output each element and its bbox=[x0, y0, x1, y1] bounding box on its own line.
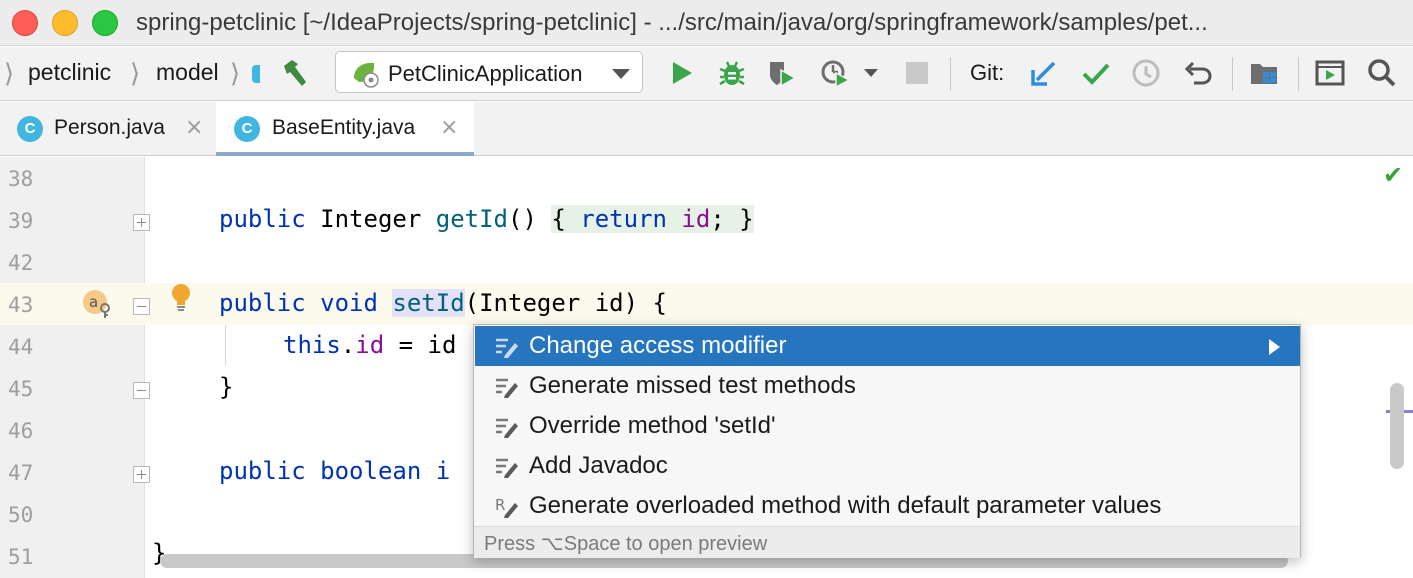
breadcrumb-separator-icon: ⟩ bbox=[230, 59, 241, 89]
close-icon[interactable]: × bbox=[185, 115, 203, 140]
code-line-47: public boolean i bbox=[219, 457, 451, 485]
intention-item-label: Override method 'setId' bbox=[529, 412, 776, 439]
tab-label: BaseEntity.java bbox=[272, 116, 416, 139]
stop-icon[interactable] bbox=[906, 62, 928, 84]
window-minimize-button[interactable] bbox=[52, 10, 78, 36]
intention-item-override-method[interactable]: Override method 'setId' bbox=[475, 406, 1300, 446]
line-number: 38 bbox=[8, 167, 34, 191]
breadcrumb-item-petclinic[interactable]: petclinic bbox=[28, 59, 111, 86]
code-line-44: this.id = id bbox=[283, 331, 457, 359]
breadcrumb-separator-icon: ⟩ bbox=[130, 59, 141, 89]
line-number: 50 bbox=[8, 503, 34, 527]
intention-item-generate-overloaded-method[interactable]: R Generate overloaded method with defaul… bbox=[475, 486, 1300, 526]
git-history-icon[interactable] bbox=[1130, 57, 1162, 89]
close-icon[interactable]: × bbox=[440, 115, 458, 140]
intention-action-icon bbox=[496, 378, 518, 398]
code-line-45: } bbox=[219, 373, 234, 401]
tab-baseentity-java[interactable]: C BaseEntity.java × bbox=[216, 102, 474, 156]
intention-item-label: Change access modifier bbox=[529, 332, 787, 359]
intention-action-icon bbox=[496, 458, 518, 478]
chevron-down-icon bbox=[612, 69, 630, 79]
implementing-method-icon[interactable]: a bbox=[82, 289, 112, 319]
intention-item-label: Generate overloaded method with default … bbox=[529, 492, 1162, 519]
popup-footer-hint: Press ⌥Space to open preview bbox=[474, 526, 1300, 558]
profile-icon[interactable] bbox=[820, 57, 852, 89]
git-commit-icon[interactable] bbox=[1080, 57, 1112, 89]
code-line-39: public Integer getId() { return id; } bbox=[219, 205, 754, 233]
tab-label: Person.java bbox=[54, 116, 165, 139]
line-number: 45 bbox=[8, 377, 34, 401]
caret-line-highlight bbox=[0, 283, 1413, 325]
class-icon: C bbox=[17, 116, 43, 142]
kotlin-intention-icon: R bbox=[495, 496, 518, 518]
vertical-scrollbar[interactable] bbox=[1390, 383, 1404, 469]
search-icon[interactable] bbox=[1366, 57, 1398, 89]
collapse-fold-icon[interactable] bbox=[133, 298, 150, 315]
build-hammer-icon[interactable] bbox=[278, 56, 312, 90]
line-number: 51 bbox=[8, 545, 34, 569]
intention-bulb-icon[interactable] bbox=[170, 283, 192, 313]
run-icon[interactable] bbox=[666, 57, 698, 89]
git-update-icon[interactable] bbox=[1028, 57, 1060, 89]
collapse-fold-icon[interactable] bbox=[133, 382, 150, 399]
intention-item-label: Add Javadoc bbox=[529, 452, 668, 479]
project-structure-icon[interactable] bbox=[1248, 57, 1280, 89]
profile-dropdown-chevron-icon[interactable] bbox=[864, 69, 878, 77]
tab-person-java[interactable]: C Person.java × bbox=[0, 102, 214, 156]
editor-tab-bar: C Person.java × C BaseEntity.java × bbox=[0, 102, 1413, 156]
toolbar-separator bbox=[950, 57, 951, 91]
line-number: 47 bbox=[8, 461, 34, 485]
breadcrumb-class-icon[interactable] bbox=[252, 65, 260, 83]
presentation-icon[interactable] bbox=[1314, 57, 1346, 89]
intention-actions-popup: Change access modifier Generate missed t… bbox=[473, 324, 1301, 558]
line-number: 42 bbox=[8, 251, 34, 275]
code-line-43: public void setId(Integer id) { bbox=[219, 289, 667, 317]
line-number: 44 bbox=[8, 335, 34, 359]
intention-action-icon bbox=[496, 338, 518, 358]
toolbar-separator bbox=[1232, 57, 1233, 91]
window-title-bar: spring-petclinic [~/IdeaProjects/spring-… bbox=[0, 0, 1413, 46]
intention-item-add-javadoc[interactable]: Add Javadoc bbox=[475, 446, 1300, 486]
svg-text:a: a bbox=[89, 293, 98, 311]
intention-item-generate-missed-test-methods[interactable]: Generate missed test methods bbox=[475, 366, 1300, 406]
svg-text:R: R bbox=[495, 496, 505, 514]
spring-boot-icon bbox=[354, 62, 379, 88]
debug-icon[interactable] bbox=[716, 57, 748, 89]
line-number: 39 bbox=[8, 209, 34, 233]
indent-guide bbox=[225, 325, 226, 365]
main-toolbar: ⟩ petclinic ⟩ model ⟩ PetClinicApplicati… bbox=[0, 47, 1413, 101]
coverage-icon[interactable] bbox=[766, 57, 798, 89]
preview-hint-text: Press ⌥Space to open preview bbox=[484, 533, 768, 555]
intention-item-change-access-modifier[interactable]: Change access modifier bbox=[475, 326, 1300, 366]
class-icon: C bbox=[234, 116, 260, 142]
inspection-ok-icon[interactable]: ✔ bbox=[1383, 161, 1403, 189]
window-title: spring-petclinic [~/IdeaProjects/spring-… bbox=[136, 9, 1208, 36]
run-configuration-dropdown[interactable]: PetClinicApplication bbox=[335, 51, 643, 93]
expand-fold-icon[interactable] bbox=[133, 214, 150, 231]
toolbar-separator bbox=[1298, 57, 1299, 91]
intention-action-icon bbox=[496, 418, 518, 438]
expand-fold-icon[interactable] bbox=[133, 466, 150, 483]
window-close-button[interactable] bbox=[12, 10, 38, 36]
breadcrumb-item-model[interactable]: model bbox=[156, 59, 219, 86]
line-number: 46 bbox=[8, 419, 34, 443]
window-maximize-button[interactable] bbox=[92, 10, 118, 36]
submenu-arrow-icon bbox=[1269, 339, 1280, 355]
line-number: 43 bbox=[8, 293, 34, 317]
breadcrumb-separator-icon: ⟩ bbox=[4, 59, 15, 89]
run-configuration-label: PetClinicApplication bbox=[388, 61, 583, 86]
git-rollback-icon[interactable] bbox=[1182, 57, 1214, 89]
intention-item-label: Generate missed test methods bbox=[529, 372, 856, 399]
git-label: Git: bbox=[970, 60, 1005, 85]
